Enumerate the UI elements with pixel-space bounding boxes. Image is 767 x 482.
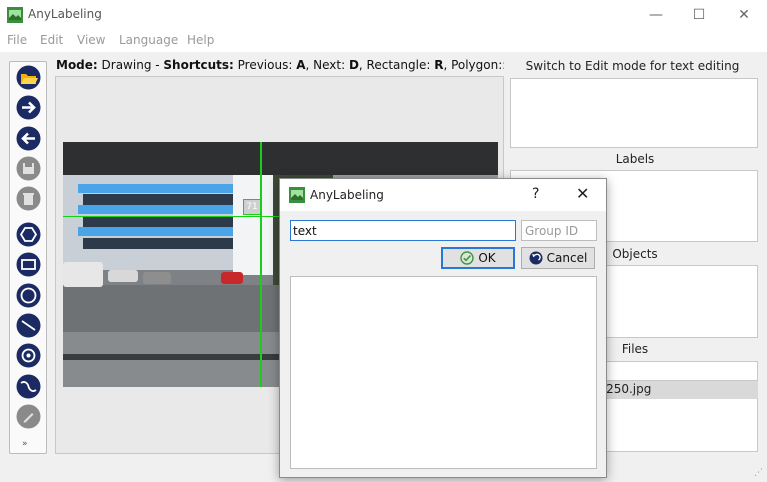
delete-icon (16, 186, 41, 211)
create-linestrip-button[interactable] (16, 374, 41, 399)
rectangle-icon (16, 252, 41, 277)
menu-view[interactable]: View (77, 33, 105, 47)
undo-icon (529, 251, 543, 265)
shortcut-next-text: , Next: (305, 58, 349, 72)
save-icon (16, 156, 41, 181)
delete-button[interactable] (16, 186, 41, 211)
line-icon (16, 313, 41, 338)
check-icon (460, 251, 475, 265)
description-box[interactable] (510, 78, 758, 148)
labels-title: Labels (615, 152, 655, 166)
menu-language[interactable]: Language (119, 33, 178, 47)
shortcut-previous-key: A (296, 58, 306, 72)
save-button[interactable] (16, 156, 41, 181)
open-folder-button[interactable] (16, 65, 41, 90)
create-polygon-button[interactable] (16, 222, 41, 247)
edit-mode-hint: Switch to Edit mode for text editing (525, 59, 740, 73)
dialog-logo-icon (289, 187, 305, 203)
dialog-close-button[interactable]: ✕ (576, 184, 589, 203)
circle-icon (16, 283, 41, 308)
previous-image-button[interactable] (16, 126, 41, 151)
label-dialog: AnyLabeling ? ✕ OK Cancel (279, 178, 607, 478)
maximize-icon: ☐ (692, 7, 706, 23)
group-id-input[interactable] (521, 220, 597, 241)
open-folder-icon (16, 65, 41, 90)
previous-image-icon (16, 126, 41, 151)
cancel-label: Cancel (546, 251, 588, 265)
edit-icon (16, 404, 41, 429)
cancel-button[interactable]: Cancel (521, 247, 595, 269)
create-point-button[interactable] (16, 343, 41, 368)
shortcut-rectangle-text: , Rectangle: (358, 58, 435, 72)
crosshair-vertical (260, 142, 262, 387)
menu-help[interactable]: Help (187, 33, 214, 47)
edit-mode-button[interactable] (16, 404, 41, 429)
menu-bar: File Edit View Language Help (0, 30, 767, 52)
toolbar-more-icon[interactable]: » (22, 439, 28, 449)
ok-label: OK (478, 251, 496, 265)
label-suggestion-list[interactable] (290, 276, 597, 469)
text-region-box[interactable]: 71 (243, 199, 261, 215)
create-circle-button[interactable] (16, 283, 41, 308)
create-rectangle-button[interactable] (16, 252, 41, 277)
resize-grip-icon[interactable]: ⋰ (754, 468, 763, 478)
dialog-title-bar: AnyLabeling ? ✕ (280, 179, 606, 211)
shortcut-polygon-text: , Polygon:: (443, 58, 504, 72)
linestrip-icon (16, 374, 41, 399)
mode-label: Mode: (56, 58, 98, 72)
dialog-help-button[interactable]: ? (532, 186, 539, 202)
maximize-button[interactable]: ☐ (676, 0, 722, 30)
next-image-icon (16, 95, 41, 120)
polygon-icon (16, 222, 41, 247)
menu-file[interactable]: File (7, 33, 27, 47)
title-bar: AnyLabeling — ☐ ✕ (0, 0, 767, 30)
minimize-button[interactable]: — (633, 0, 679, 30)
minimize-icon: — (649, 7, 663, 23)
tool-bar: » (9, 61, 47, 454)
shortcut-previous-text: Previous: (233, 58, 297, 72)
mode-value: Drawing - (97, 58, 164, 72)
window-title: AnyLabeling (28, 7, 102, 21)
shortcuts-label: Shortcuts: (163, 58, 234, 72)
create-line-button[interactable] (16, 313, 41, 338)
mode-status-bar: Mode: Drawing - Shortcuts: Previous: A, … (56, 58, 504, 76)
menu-edit[interactable]: Edit (40, 33, 63, 47)
close-window-button[interactable]: ✕ (721, 0, 767, 30)
ok-button[interactable]: OK (441, 247, 515, 269)
dialog-title: AnyLabeling (310, 188, 384, 202)
next-image-button[interactable] (16, 95, 41, 120)
app-logo-icon (7, 7, 23, 23)
label-text-input[interactable] (290, 220, 516, 241)
shortcut-next-key: D (348, 58, 359, 72)
close-icon: ✕ (738, 7, 750, 23)
point-icon (16, 343, 41, 368)
